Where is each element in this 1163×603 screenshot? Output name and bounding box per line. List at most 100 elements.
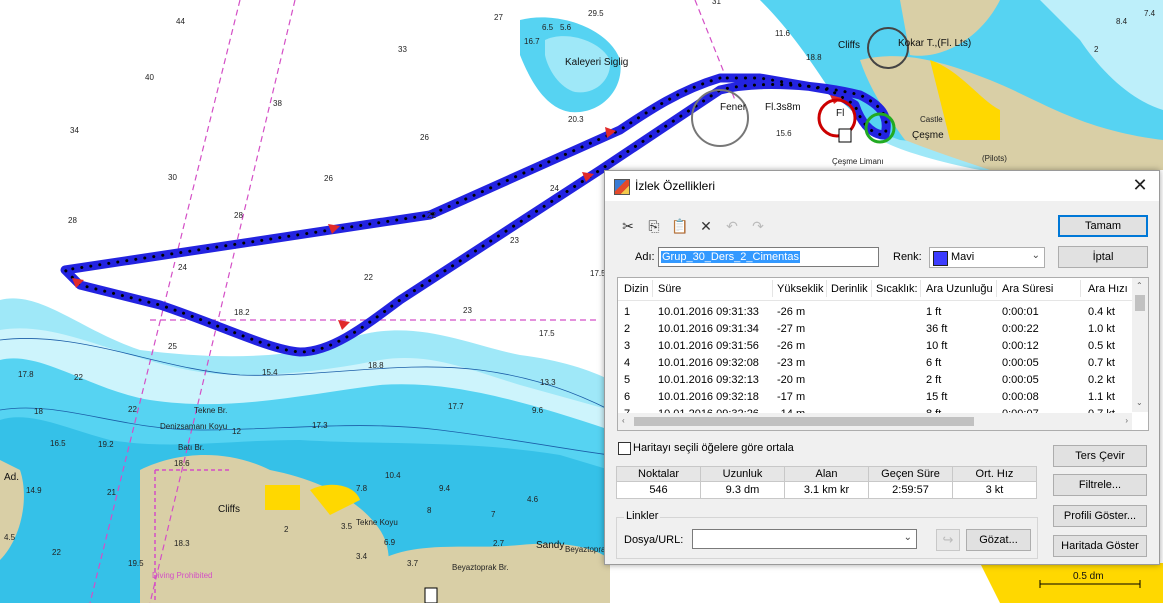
depth-sounding: 17.5: [539, 329, 555, 338]
filter-button[interactable]: Filtrele...: [1053, 474, 1147, 496]
delete-icon[interactable]: ✕: [697, 217, 715, 235]
table-cell: -26 m: [777, 306, 806, 318]
cancel-button[interactable]: İptal: [1058, 246, 1148, 268]
depth-sounding: 34: [70, 126, 79, 135]
depth-sounding: 7.4: [1144, 9, 1156, 18]
stat-label: Geçen Süre: [869, 467, 952, 482]
table-cell: 10.01.2016 09:31:34: [658, 323, 759, 335]
depth-sounding: 17.7: [448, 402, 464, 411]
name-field-value: Grup_30_Ders_2_Cimentas: [661, 251, 800, 263]
color-select[interactable]: Mavi ⌄: [929, 247, 1045, 268]
table-cell: 1.0 kt: [1088, 323, 1115, 335]
table-cell: 15 ft: [926, 391, 948, 403]
depth-sounding: 3.4: [356, 552, 368, 561]
track-points-table[interactable]: Dizin Süre Yükseklik Derinlik Sıcaklık: …: [617, 277, 1149, 431]
table-horizontal-scrollbar[interactable]: ‹ ›: [618, 413, 1132, 430]
table-cell: -20 m: [777, 374, 806, 386]
open-link-icon[interactable]: ↪: [936, 529, 960, 551]
fl-label: Fl: [836, 108, 844, 119]
table-row[interactable]: 4 10.01.2016 09:32:08 -23 m 6 ft 0:00:05 0.7 …: [618, 355, 1132, 372]
track-stats: Noktalar 546 Uzunluk 9.3 dm Alan 3.1 km kr …: [616, 466, 1037, 499]
castle-label: Castle: [920, 115, 943, 124]
depth-sounding: 17.3: [312, 421, 328, 430]
redo-icon[interactable]: ↷: [749, 217, 767, 235]
table-cell: 0:00:01: [1002, 306, 1039, 318]
table-cell: 10.01.2016 09:32:08: [658, 357, 759, 369]
depth-sounding: 19.5: [128, 559, 144, 568]
table-cell: 3: [624, 340, 631, 352]
table-cell: 4: [624, 357, 631, 369]
depth-sounding: 14.9: [26, 486, 42, 495]
sandy-label: Sandy: [536, 540, 564, 551]
show-profile-button[interactable]: Profili Göster...: [1053, 505, 1147, 527]
table-row[interactable]: 3 10.01.2016 09:31:56 -26 m 10 ft 0:00:12 0.5…: [618, 338, 1132, 355]
table-cell: 2 ft: [926, 374, 942, 386]
col-header-leg-length[interactable]: Ara Uzunluğu: [926, 283, 993, 295]
undo-icon[interactable]: ↶: [723, 217, 741, 235]
table-cell: 0:00:12: [1002, 340, 1039, 352]
col-header-index[interactable]: Dizin: [624, 283, 648, 295]
copy-icon[interactable]: ⎘: [645, 217, 663, 235]
kokar-label: Kokar T.,(Fl. Lts): [898, 38, 971, 49]
depth-sounding: 30: [168, 173, 177, 182]
table-row[interactable]: 5 10.01.2016 09:32:13 -20 m 2 ft 0:00:05 0.2 …: [618, 372, 1132, 389]
stat-avg-speed: Ort. Hız 3 kt: [952, 466, 1037, 499]
cut-icon[interactable]: ✂: [619, 217, 637, 235]
table-cell: -23 m: [777, 357, 806, 369]
close-icon[interactable]: ✕: [1129, 174, 1151, 196]
center-map-label: Haritayı seçili öğelere göre ortala: [633, 442, 794, 454]
depth-sounding: 2: [284, 525, 289, 534]
paste-icon[interactable]: 📋: [671, 217, 689, 235]
table-cell: 0:00:08: [1002, 391, 1039, 403]
table-row[interactable]: 1 10.01.2016 09:31:33 -26 m 1 ft 0:00:01 0.4 …: [618, 304, 1132, 321]
col-header-leg-speed[interactable]: Ara Hızı: [1088, 283, 1128, 295]
cesme-limani-label: Çeşme Limanı: [832, 157, 884, 166]
show-on-map-button[interactable]: Haritada Göster: [1053, 535, 1147, 557]
bati-br-label: Batı Br.: [178, 443, 204, 452]
name-label: Adı:: [635, 251, 655, 263]
depth-sounding: 4.5: [4, 533, 16, 542]
table-cell: 1.1 kt: [1088, 391, 1115, 403]
depth-sounding: 28: [68, 216, 77, 225]
name-field[interactable]: Grup_30_Ders_2_Cimentas: [658, 247, 879, 267]
table-cell: 0.2 kt: [1088, 374, 1115, 386]
url-label: Dosya/URL:: [624, 534, 684, 546]
table-cell: 2: [624, 323, 631, 335]
table-cell: 10.01.2016 09:32:18: [658, 391, 759, 403]
tekne-br-label: Tekne Br.: [194, 406, 227, 415]
denizsamani-label: Denizsamanı Koyu: [160, 422, 227, 431]
depth-sounding: 21: [107, 488, 116, 497]
col-header-temperature[interactable]: Sıcaklık:: [876, 283, 918, 295]
table-row[interactable]: 2 10.01.2016 09:31:34 -27 m 36 ft 0:00:22 1.0…: [618, 321, 1132, 338]
dialog-title: İzlek Özellikleri: [635, 179, 716, 193]
depth-sounding: 15.6: [776, 129, 792, 138]
table-cell: 0.7 kt: [1088, 357, 1115, 369]
table-vertical-scrollbar[interactable]: ⌃ ⌄: [1132, 278, 1148, 412]
table-cell: 10.01.2016 09:32:13: [658, 374, 759, 386]
col-header-leg-time[interactable]: Ara Süresi: [1002, 283, 1053, 295]
color-label: Renk:: [893, 251, 922, 263]
depth-sounding: 2: [1094, 45, 1099, 54]
table-row[interactable]: 6 10.01.2016 09:32:18 -17 m 15 ft 0:00:08 1.1…: [618, 389, 1132, 406]
stat-label: Noktalar: [617, 467, 700, 482]
depth-sounding: 19.2: [98, 440, 114, 449]
reverse-button[interactable]: Ters Çevir: [1053, 445, 1147, 467]
stat-length: Uzunluk 9.3 dm: [700, 466, 785, 499]
beyaztoprak-label: Beyaztopra: [565, 545, 606, 554]
browse-button[interactable]: Gözat...: [966, 529, 1031, 551]
depth-sounding: 3.7: [407, 559, 419, 568]
center-map-checkbox[interactable]: [618, 442, 631, 455]
depth-sounding: 7.8: [356, 484, 368, 493]
col-header-time[interactable]: Süre: [658, 283, 681, 295]
depth-sounding: 8.4: [1116, 17, 1128, 26]
table-cell: 10.01.2016 09:31:33: [658, 306, 759, 318]
stat-label: Uzunluk: [701, 467, 784, 482]
chevron-down-icon[interactable]: ⌄: [904, 532, 912, 543]
depth-sounding: 17.8: [18, 370, 34, 379]
col-header-depth[interactable]: Derinlik: [831, 283, 868, 295]
app-icon: [614, 179, 630, 195]
col-header-altitude[interactable]: Yükseklik: [777, 283, 823, 295]
url-field[interactable]: ⌄: [692, 529, 917, 549]
table-cell: 5: [624, 374, 631, 386]
ok-button[interactable]: Tamam: [1058, 215, 1148, 237]
